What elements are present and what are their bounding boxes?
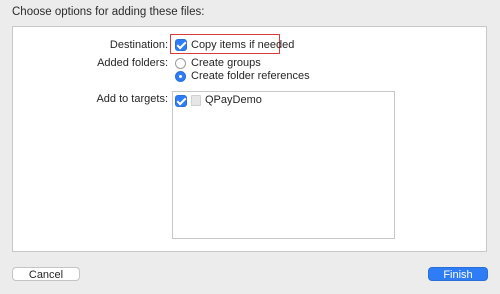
app-target-icon bbox=[191, 95, 201, 106]
target-checkbox[interactable] bbox=[175, 95, 187, 107]
finish-button[interactable]: Finish bbox=[428, 267, 488, 281]
added-folders-label: Added folders: bbox=[97, 57, 168, 69]
create-groups-radio[interactable] bbox=[175, 58, 186, 69]
add-to-targets-label: Add to targets: bbox=[96, 93, 168, 105]
copy-items-checkbox[interactable] bbox=[175, 39, 187, 51]
cancel-button[interactable]: Cancel bbox=[12, 267, 80, 281]
dialog-title: Choose options for adding these files: bbox=[12, 6, 205, 18]
create-folder-references-label[interactable]: Create folder references bbox=[191, 70, 310, 82]
destination-label: Destination: bbox=[109, 39, 168, 51]
copy-items-label[interactable]: Copy items if needed bbox=[191, 39, 294, 51]
create-folder-references-radio[interactable] bbox=[175, 71, 186, 82]
add-files-dialog: Choose options for adding these files: D… bbox=[0, 0, 500, 294]
target-label[interactable]: QPayDemo bbox=[205, 94, 262, 106]
targets-list bbox=[172, 91, 395, 239]
create-groups-label[interactable]: Create groups bbox=[191, 57, 261, 69]
